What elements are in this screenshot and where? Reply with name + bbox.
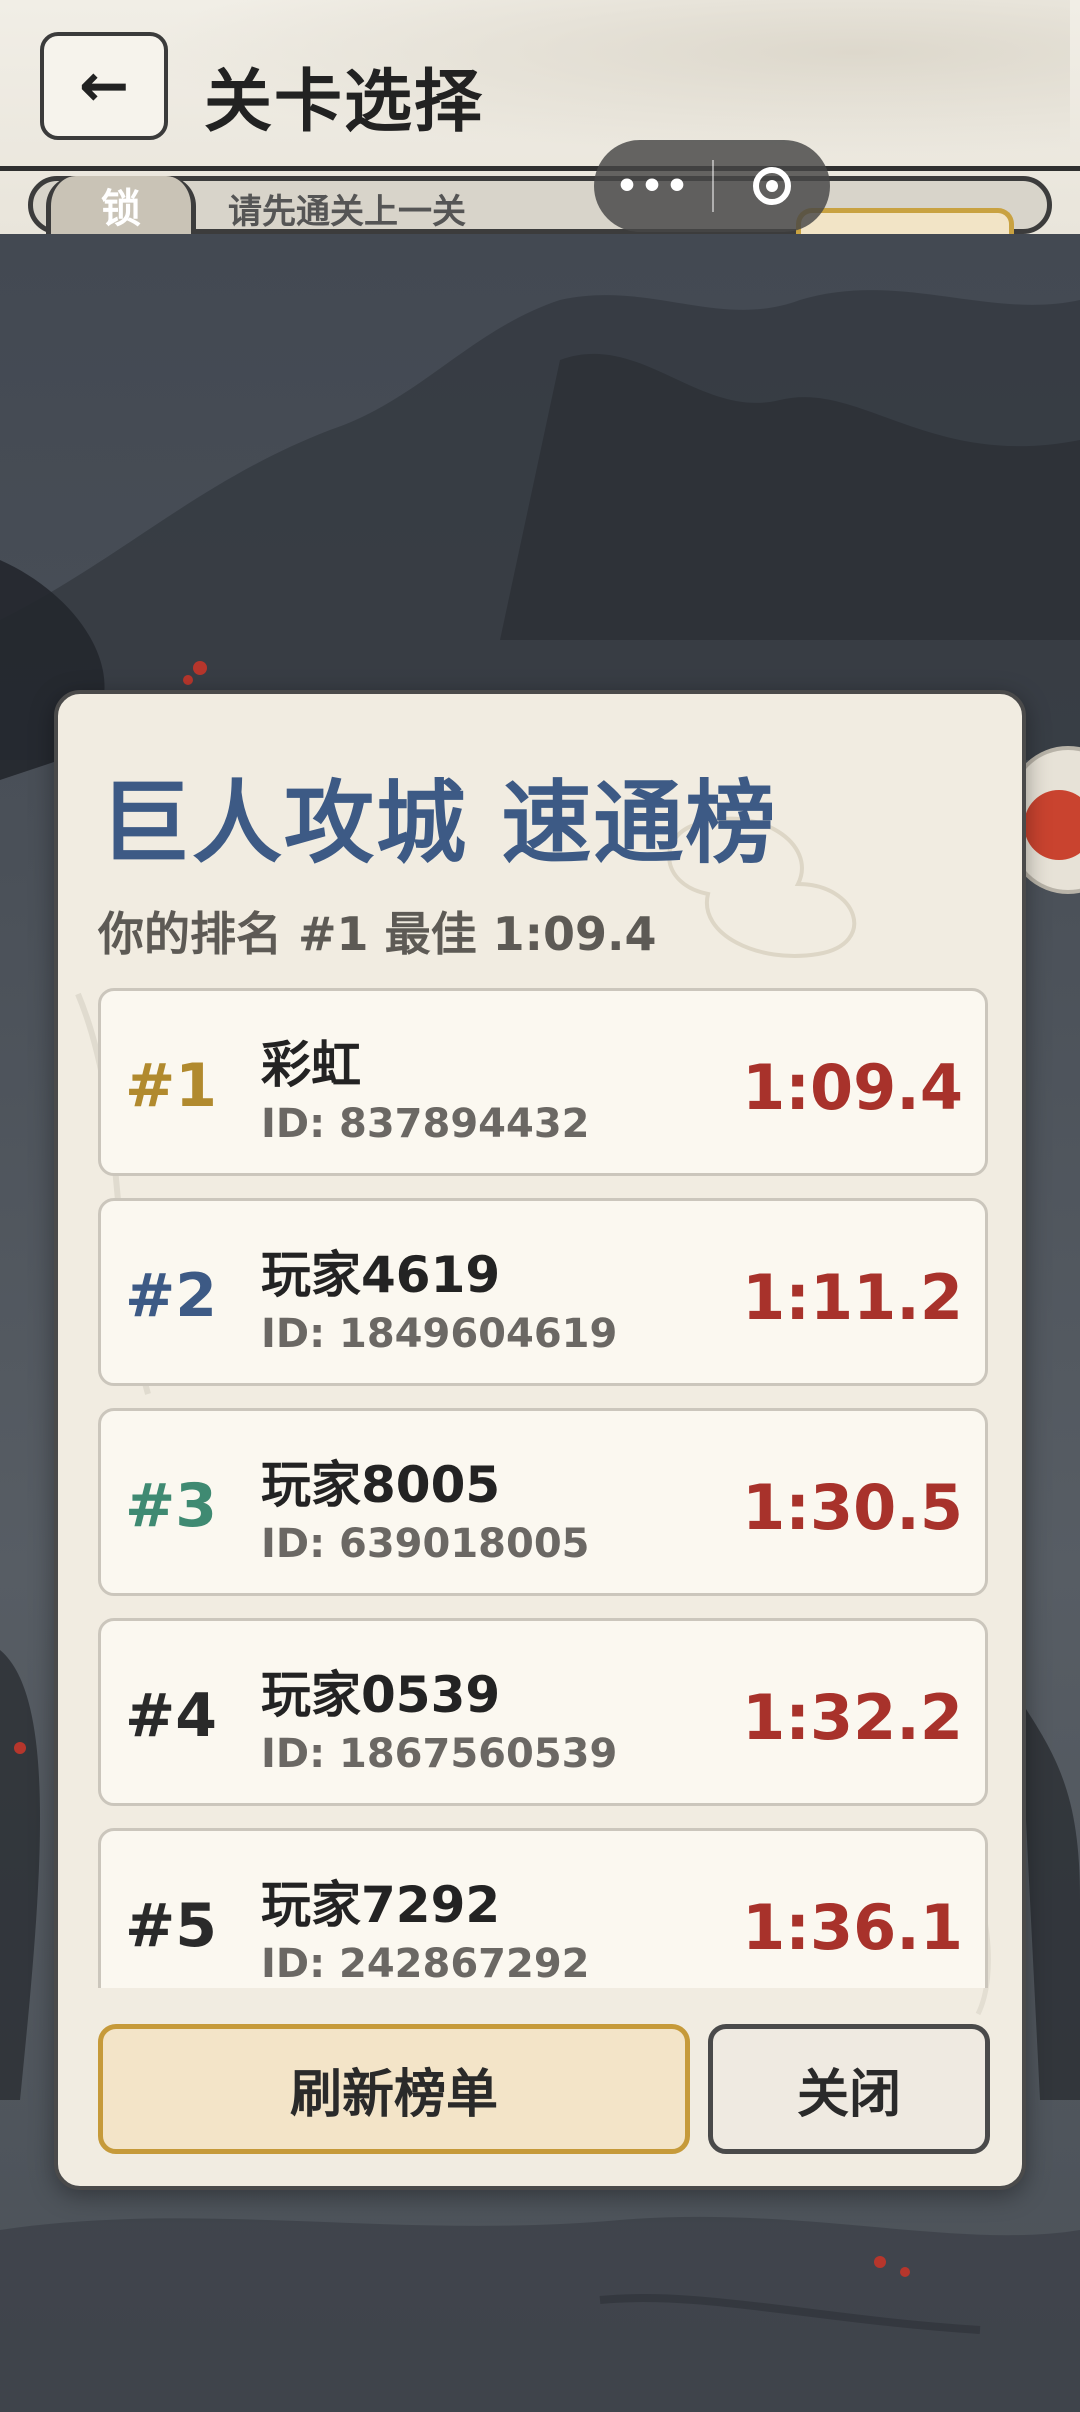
lock-hint-text: 请先通关上一关: [228, 192, 466, 232]
header-divider: [0, 166, 1080, 171]
player-id: ID: 1849604619: [261, 1311, 618, 1357]
player-id: ID: 242867292: [261, 1941, 590, 1987]
left-arrow-icon: ←: [78, 51, 130, 121]
header-parchment: [10, 0, 1070, 175]
leaderboard-row[interactable]: #4 玩家0539 ID: 1867560539 1:32.2: [98, 1618, 988, 1806]
page-title: 关卡选择: [204, 63, 485, 142]
player-id: ID: 639018005: [261, 1521, 590, 1567]
leaderboard-list[interactable]: #1 彩虹 ID: 837894432 1:09.4 #2 玩家4619 ID:…: [98, 988, 988, 1988]
target-circle-icon: [753, 167, 791, 205]
clear-time: 1:32.2: [742, 1681, 963, 1754]
rank-number: #1: [125, 1051, 218, 1121]
clear-time: 1:11.2: [742, 1261, 963, 1334]
clear-time: 1:30.5: [742, 1471, 963, 1544]
player-name: 玩家7292: [261, 1876, 501, 1934]
player-name: 玩家4619: [261, 1246, 501, 1304]
red-seal-icon: [1024, 790, 1080, 860]
leaderboard-row[interactable]: #2 玩家4619 ID: 1849604619 1:11.2: [98, 1198, 988, 1386]
rank-number: #4: [125, 1681, 218, 1751]
player-name: 玩家0539: [261, 1666, 501, 1724]
my-rank-summary: 你的排名 #1 最佳 1:09.4: [98, 907, 657, 961]
clear-time: 1:36.1: [742, 1891, 963, 1964]
leaderboard-row[interactable]: #3 玩家8005 ID: 639018005 1:30.5: [98, 1408, 988, 1596]
clear-time: 1:09.4: [742, 1051, 963, 1124]
lock-badge: 锁: [46, 176, 196, 234]
player-name: 彩虹: [261, 1036, 361, 1094]
close-button[interactable]: 关闭: [708, 2024, 990, 2154]
player-id: ID: 1867560539: [261, 1731, 618, 1777]
miniprogram-capsule: •••: [594, 140, 830, 232]
player-name: 玩家8005: [261, 1456, 501, 1514]
close-miniprogram-button[interactable]: [714, 167, 830, 205]
level-tab[interactable]: [796, 208, 1014, 234]
leaderboard-modal: 巨人攻城 速通榜 你的排名 #1 最佳 1:09.4 #1 彩虹 ID: 837…: [54, 690, 1026, 2190]
refresh-leaderboard-button[interactable]: 刷新榜单: [98, 2024, 690, 2154]
top-header: ← 关卡选择 锁 请先通关上一关: [0, 0, 1080, 234]
more-menu-icon[interactable]: •••: [594, 166, 712, 207]
lock-label: 锁: [101, 186, 141, 232]
rank-number: #3: [125, 1471, 218, 1541]
leaderboard-row[interactable]: #5 玩家7292 ID: 242867292 1:36.1: [98, 1828, 988, 1988]
leaderboard-title: 巨人攻城 速通榜: [100, 771, 778, 876]
rank-number: #5: [125, 1891, 218, 1961]
player-id: ID: 837894432: [261, 1101, 590, 1147]
leaderboard-row[interactable]: #1 彩虹 ID: 837894432 1:09.4: [98, 988, 988, 1176]
back-button[interactable]: ←: [40, 32, 168, 140]
rank-number: #2: [125, 1261, 218, 1331]
